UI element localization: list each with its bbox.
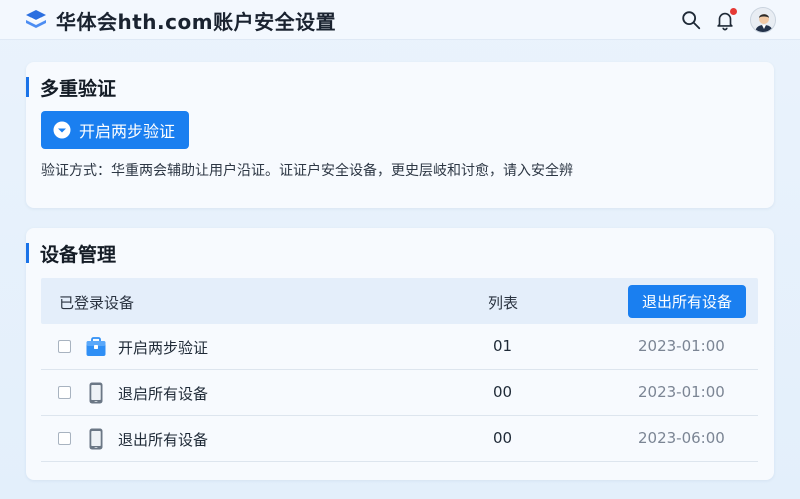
device-name: 退出所有设备	[118, 431, 209, 449]
row-checkbox[interactable]	[58, 386, 71, 399]
column-header-list: 列表	[488, 294, 519, 312]
table-row: 退启所有设备 00 2023-01:00	[41, 370, 758, 416]
row-checkbox[interactable]	[58, 432, 71, 445]
device-table-header: 已登录设备 列表 退出所有设备	[41, 278, 758, 324]
device-management-card: 设备管理 已登录设备 列表 退出所有设备 开启两步验证 01 2023-01:0…	[26, 228, 774, 480]
notification-badge	[730, 8, 737, 15]
device-name: 开启两步验证	[118, 339, 209, 357]
chevron-down-circle-icon	[53, 121, 71, 139]
page-title: 华体会hth.com账户安全设置	[56, 10, 337, 34]
logo-icon	[26, 10, 46, 28]
row-checkbox[interactable]	[58, 340, 71, 353]
device-date: 2023-06:00	[638, 429, 725, 447]
section-title-devices: 设备管理	[40, 244, 117, 266]
table-row: 开启两步验证 01 2023-01:00	[41, 324, 758, 370]
enable-two-step-label: 开启两步验证	[79, 122, 176, 141]
briefcase-icon	[86, 337, 106, 356]
user-avatar-icon	[751, 8, 775, 32]
device-count: 00	[493, 383, 513, 401]
phone-icon	[89, 382, 103, 404]
avatar[interactable]	[750, 7, 776, 33]
enable-two-step-button[interactable]: 开启两步验证	[41, 111, 189, 149]
device-date: 2023-01:00	[638, 383, 725, 401]
section-title-two-factor: 多重验证	[40, 78, 117, 100]
section-accent-bar	[26, 77, 29, 97]
app-header: 华体会hth.com账户安全设置	[0, 0, 800, 40]
logout-all-devices-button[interactable]: 退出所有设备	[628, 285, 746, 318]
table-row: 退出所有设备 00 2023-06:00	[41, 416, 758, 462]
column-header-device: 已登录设备	[59, 294, 135, 312]
search-icon[interactable]	[680, 9, 702, 31]
two-factor-card: 多重验证 开启两步验证 验证方式：华重两会辅助让用户沿证。证证户安全设备，更史层…	[26, 62, 774, 208]
device-count: 01	[493, 337, 513, 355]
section-accent-bar	[26, 243, 29, 263]
verification-description: 验证方式：华重两会辅助让用户沿证。证证户安全设备，更史层岐和讨愈，请入安全辨	[41, 163, 573, 179]
device-count: 00	[493, 429, 513, 447]
phone-icon	[89, 428, 103, 450]
device-date: 2023-01:00	[638, 337, 725, 355]
device-name: 退启所有设备	[118, 385, 209, 403]
